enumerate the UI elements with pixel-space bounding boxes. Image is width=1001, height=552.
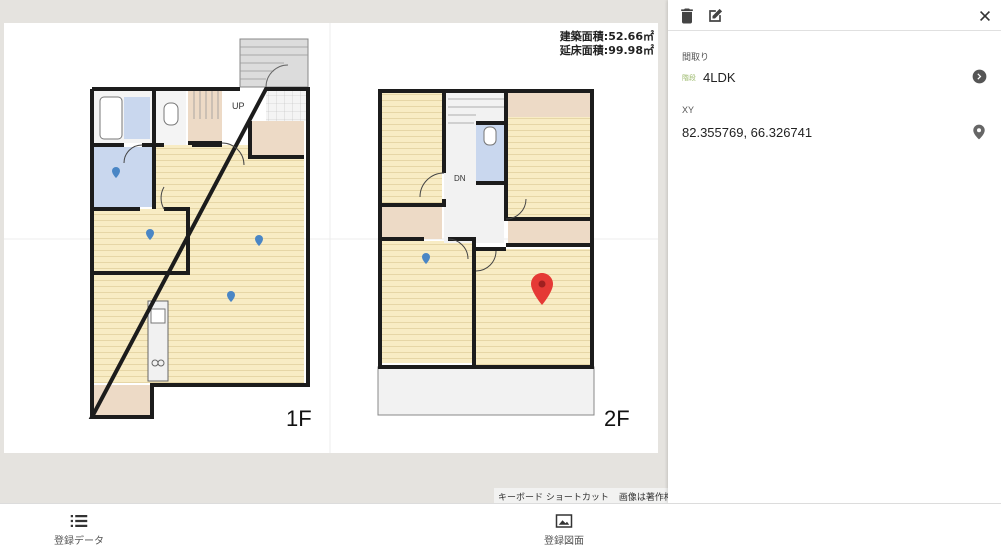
list-icon	[70, 515, 88, 527]
chevron-right-circle-icon[interactable]	[972, 69, 987, 84]
floorplan-1f: UP	[88, 38, 310, 419]
xy-value: 82.355769, 66.326741	[682, 125, 813, 140]
detail-panel: 間取り 階段 4LDK XY 82.355769, 66.326741	[668, 0, 1001, 503]
keyboard-shortcuts-link[interactable]: キーボード ショートカット	[498, 493, 609, 503]
floor-area-text: 延床面積:99.98㎡	[559, 44, 654, 57]
nav-registered-plans-label: 登録図面	[544, 536, 584, 547]
xy-field-label: XY	[682, 105, 695, 115]
layout-field-row: 階段 4LDK	[682, 68, 987, 88]
close-icon	[980, 11, 990, 21]
layout-field-label: 間取り	[682, 52, 710, 62]
delete-button[interactable]	[677, 6, 697, 26]
map-attribution: キーボード ショートカット画像は著作権で	[494, 488, 668, 503]
floor-2f-label: 2F	[604, 406, 630, 431]
imagery-copyright-text: 画像は著作権で	[618, 493, 668, 503]
stair-up-label: UP	[232, 101, 245, 111]
nav-registered-data-label: 登録データ	[54, 536, 104, 547]
app-root: UP DN 建築面積:52.66㎡ 延床面積:99.98㎡ 1F 2F キーボー…	[0, 0, 1001, 552]
trash-icon	[681, 8, 693, 24]
layout-value: 4LDK	[703, 70, 736, 85]
close-button[interactable]	[975, 6, 995, 26]
stair-down-label: DN	[454, 174, 466, 183]
floorplan-map[interactable]: UP DN 建築面積:52.66㎡ 延床面積:99.98㎡ 1F 2F キーボー…	[0, 0, 668, 503]
image-icon	[555, 514, 573, 528]
bottom-navigation: 登録データ 登録図面	[0, 503, 1001, 552]
layout-type-icon: 階段	[682, 75, 696, 82]
floorplan-drawing: UP DN	[4, 23, 658, 453]
edit-button[interactable]	[705, 6, 725, 26]
floor-1f-label: 1F	[286, 406, 312, 431]
floorplan-sheet: UP DN 建築面積:52.66㎡ 延床面積:99.98㎡ 1F 2F	[4, 23, 658, 453]
nav-registered-plans[interactable]: 登録図面	[504, 504, 624, 552]
edit-icon	[709, 8, 723, 22]
panel-toolbar	[668, 0, 1001, 31]
floorplan-2f: DN	[377, 89, 595, 416]
nav-registered-data[interactable]: 登録データ	[19, 504, 139, 552]
xy-field-row: 82.355769, 66.326741	[682, 124, 987, 144]
map-pin-icon[interactable]	[972, 124, 986, 140]
